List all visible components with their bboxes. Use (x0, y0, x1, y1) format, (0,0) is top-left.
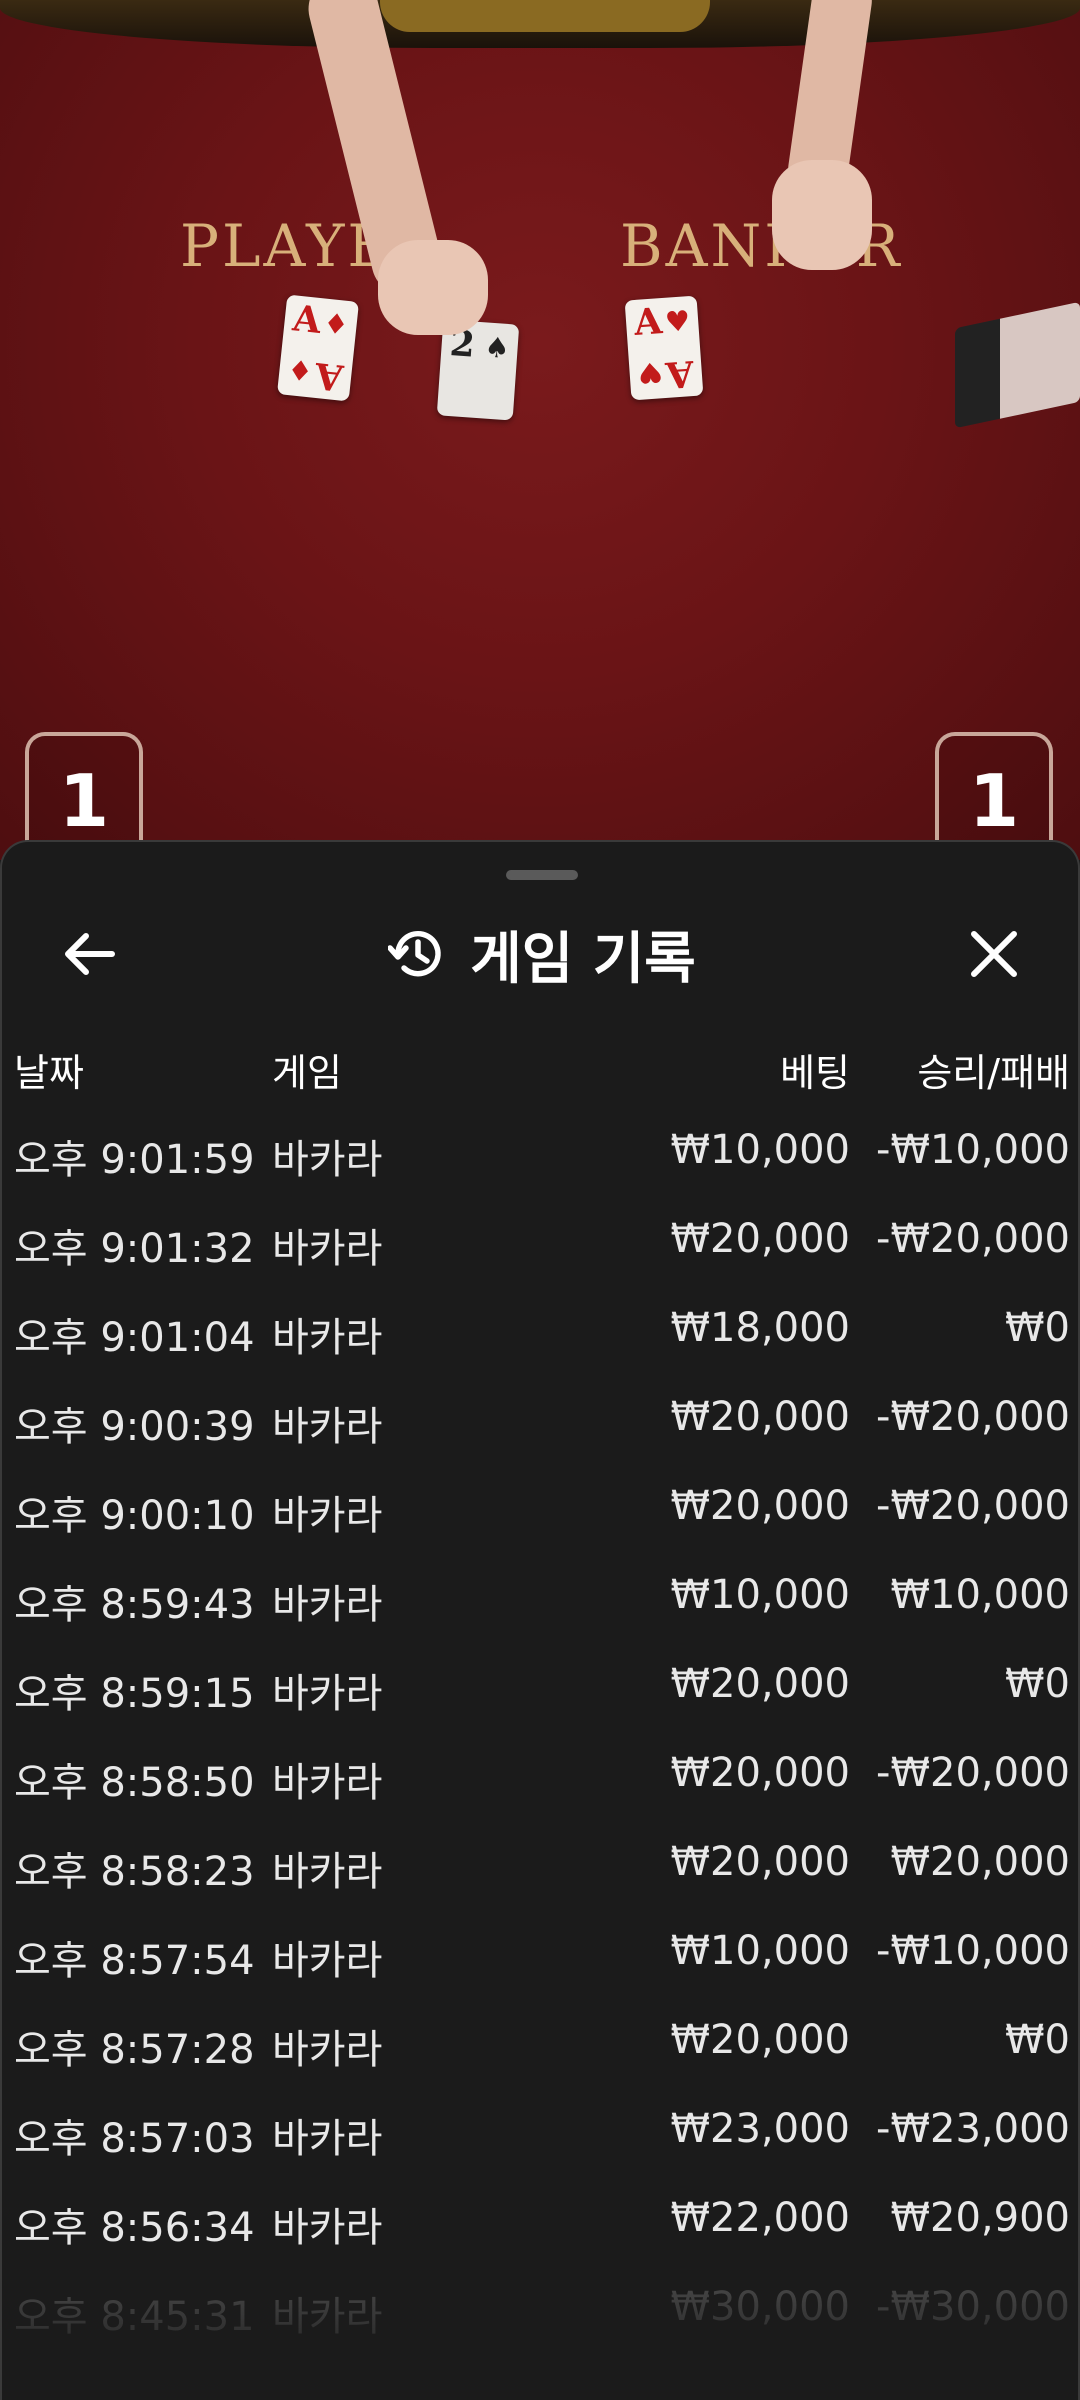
cell-date: 오후 8:58:50 (14, 1760, 255, 1806)
cell-winloss: ₩20,900 (890, 2195, 1070, 2241)
cell-bet: ₩20,000 (670, 1394, 850, 1440)
playing-card: A ♦ A ♦ (276, 294, 360, 402)
cell-bet: ₩20,000 (670, 1839, 850, 1885)
cell-winloss: ₩20,000 (890, 1839, 1070, 1885)
scroll-fade (2, 2250, 1078, 2400)
cell-bet: ₩20,000 (670, 1483, 850, 1529)
cell-bet: ₩18,000 (670, 1305, 850, 1351)
history-table-header: 날짜 게임 베팅 승리/패배 (2, 1042, 1078, 1102)
table-row[interactable]: 오후 9:01:32 바카라 ₩20,000 -₩20,000 (2, 1216, 1078, 1276)
cell-game: 바카라 (272, 2027, 383, 2073)
table-row[interactable]: 오후 8:58:50 바카라 ₩20,000 -₩20,000 (2, 1750, 1078, 1810)
cell-date: 오후 9:01:59 (14, 1137, 255, 1183)
live-video-feed: PLAYE BANKER A ♦ A ♦ 2 ♠ A ♥ A ♥ 1 1 (0, 0, 1080, 860)
column-header-game: 게임 (272, 1051, 342, 1095)
table-row[interactable]: 오후 8:59:15 바카라 ₩20,000 ₩0 (2, 1661, 1078, 1721)
playing-card: A ♥ A ♥ (624, 295, 704, 401)
table-row[interactable]: 오후 8:57:03 바카라 ₩23,000 -₩23,000 (2, 2106, 1078, 2166)
close-button[interactable] (946, 916, 1042, 992)
cell-winloss: ₩0 (1005, 1661, 1070, 1707)
cell-bet: ₩20,000 (670, 1216, 850, 1262)
cell-game: 바카라 (272, 1226, 383, 1272)
table-row[interactable]: 오후 8:58:23 바카라 ₩20,000 ₩20,000 (2, 1839, 1078, 1899)
cell-game: 바카라 (272, 1671, 383, 1717)
cell-winloss: -₩20,000 (876, 1394, 1070, 1440)
cell-bet: ₩10,000 (670, 1127, 850, 1173)
cell-bet: ₩23,000 (670, 2106, 850, 2152)
cell-bet: ₩10,000 (670, 1572, 850, 1618)
dealer-vest (380, 0, 710, 32)
cell-game: 바카라 (272, 1938, 383, 1984)
cell-date: 오후 9:00:39 (14, 1404, 255, 1450)
table-row[interactable]: 오후 8:57:28 바카라 ₩20,000 ₩0 (2, 2017, 1078, 2077)
sheet-title: 게임 기록 (2, 916, 1078, 992)
dealer-hand (378, 240, 488, 335)
cell-game: 바카라 (272, 1404, 383, 1450)
cell-bet: ₩20,000 (670, 1661, 850, 1707)
cell-winloss: ₩0 (1005, 2017, 1070, 2063)
cell-game: 바카라 (272, 1493, 383, 1539)
cell-game: 바카라 (272, 1760, 383, 1806)
cell-date: 오후 8:57:54 (14, 1938, 255, 1984)
table-row[interactable]: 오후 8:59:43 바카라 ₩10,000 ₩10,000 (2, 1572, 1078, 1632)
table-row[interactable]: 오후 9:00:10 바카라 ₩20,000 -₩20,000 (2, 1483, 1078, 1543)
history-icon (388, 931, 441, 977)
cell-game: 바카라 (272, 2205, 383, 2251)
cell-winloss: -₩10,000 (876, 1127, 1070, 1173)
table-row[interactable]: 오후 8:56:34 바카라 ₩22,000 ₩20,900 (2, 2195, 1078, 2255)
table-row[interactable]: 오후 9:00:39 바카라 ₩20,000 -₩20,000 (2, 1394, 1078, 1454)
cell-game: 바카라 (272, 1315, 383, 1361)
table-row[interactable]: 오후 8:57:54 바카라 ₩10,000 -₩10,000 (2, 1928, 1078, 1988)
cell-winloss: -₩20,000 (876, 1750, 1070, 1796)
table-row[interactable]: 오후 9:01:59 바카라 ₩10,000 -₩10,000 (2, 1127, 1078, 1187)
column-header-winloss: 승리/패배 (917, 1051, 1070, 1095)
cell-winloss: ₩0 (1005, 1305, 1070, 1351)
close-icon (971, 931, 1017, 977)
cell-date: 오후 8:57:28 (14, 2027, 255, 2073)
column-header-date: 날짜 (14, 1051, 84, 1095)
cell-date: 오후 8:58:23 (14, 1849, 255, 1895)
cell-winloss: -₩20,000 (876, 1216, 1070, 1262)
cell-date: 오후 9:00:10 (14, 1493, 255, 1539)
column-header-bet: 베팅 (780, 1051, 850, 1095)
cell-winloss: -₩10,000 (876, 1928, 1070, 1974)
cell-game: 바카라 (272, 1849, 383, 1895)
sheet-drag-handle[interactable] (506, 870, 578, 880)
sheet-title-text: 게임 기록 (470, 926, 696, 992)
cell-date: 오후 8:57:03 (14, 2116, 255, 2162)
game-history-sheet: 게임 기록 날짜 게임 베팅 승리/패배 오후 9:01:59 바카라 ₩10,00… (0, 840, 1080, 2400)
cell-date: 오후 8:56:34 (14, 2205, 255, 2251)
cell-winloss: -₩20,000 (876, 1483, 1070, 1529)
cell-date: 오후 9:01:32 (14, 1226, 255, 1272)
table-row[interactable]: 오후 9:01:04 바카라 ₩18,000 ₩0 (2, 1305, 1078, 1365)
card-shoe (955, 301, 1080, 429)
cell-game: 바카라 (272, 1582, 383, 1628)
cell-bet: ₩20,000 (670, 1750, 850, 1796)
sheet-header: 게임 기록 (2, 894, 1078, 1014)
cell-game: 바카라 (272, 2116, 383, 2162)
cell-bet: ₩22,000 (670, 2195, 850, 2241)
cell-date: 오후 8:59:43 (14, 1582, 255, 1628)
cell-winloss: -₩23,000 (876, 2106, 1070, 2152)
cell-date: 오후 8:59:15 (14, 1671, 255, 1717)
dealer-hand (772, 160, 872, 270)
cell-winloss: ₩10,000 (890, 1572, 1070, 1618)
cell-bet: ₩20,000 (670, 2017, 850, 2063)
cell-bet: ₩10,000 (670, 1928, 850, 1974)
cell-date: 오후 9:01:04 (14, 1315, 255, 1361)
cell-game: 바카라 (272, 1137, 383, 1183)
